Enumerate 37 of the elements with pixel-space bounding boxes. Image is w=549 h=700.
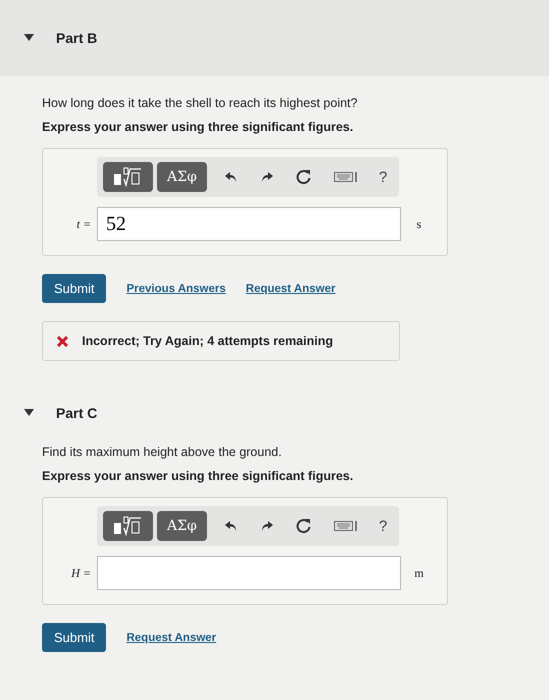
undo-icon bbox=[224, 520, 238, 532]
redo-icon bbox=[260, 171, 274, 183]
templates-button[interactable] bbox=[103, 162, 153, 192]
radical-template-icon bbox=[113, 516, 143, 536]
unit-label: m bbox=[413, 566, 425, 580]
submit-button[interactable]: Submit bbox=[42, 623, 106, 652]
variable-label: H = bbox=[70, 566, 91, 580]
answer-field[interactable] bbox=[97, 556, 401, 590]
help-button[interactable]: ? bbox=[372, 168, 394, 186]
submit-button[interactable]: Submit bbox=[42, 274, 106, 303]
help-button[interactable]: ? bbox=[372, 518, 394, 534]
instruction-text: Express your answer using three significant figures. bbox=[42, 120, 354, 134]
undo-icon bbox=[224, 171, 238, 183]
unit-label: s bbox=[416, 216, 422, 232]
keyboard-icon bbox=[334, 171, 360, 183]
answer-link[interactable]: Previous Answers bbox=[126, 282, 226, 294]
symbols-button[interactable]: ΑΣφ bbox=[157, 162, 207, 192]
caret-icon[interactable] bbox=[24, 409, 34, 417]
question-text: Find its maximum height above the ground. bbox=[42, 445, 283, 459]
answer-field[interactable]: 52 bbox=[97, 207, 401, 241]
part-title[interactable]: Part B bbox=[56, 30, 98, 46]
keyboard-icon bbox=[334, 520, 360, 532]
reset-icon bbox=[296, 518, 312, 534]
answer-link[interactable]: Request Answer bbox=[246, 282, 336, 294]
symbols-button[interactable]: ΑΣφ bbox=[157, 511, 207, 541]
reset-icon bbox=[296, 169, 312, 185]
cross-icon bbox=[57, 336, 68, 346]
redo-icon bbox=[260, 520, 274, 532]
radical-template-icon bbox=[113, 167, 143, 187]
part-title[interactable]: Part C bbox=[56, 405, 98, 421]
answer-link[interactable]: Request Answer bbox=[126, 632, 216, 644]
templates-button[interactable] bbox=[103, 511, 153, 541]
question-text: How long does it take the shell to reach its highest point? bbox=[42, 96, 358, 110]
instruction-text: Express your answer using three significant figures. bbox=[42, 469, 354, 483]
variable-label: t = bbox=[76, 216, 91, 232]
feedback-text: Incorrect; Try Again; 4 attempts remaining bbox=[82, 334, 333, 348]
caret-icon[interactable] bbox=[24, 34, 34, 42]
